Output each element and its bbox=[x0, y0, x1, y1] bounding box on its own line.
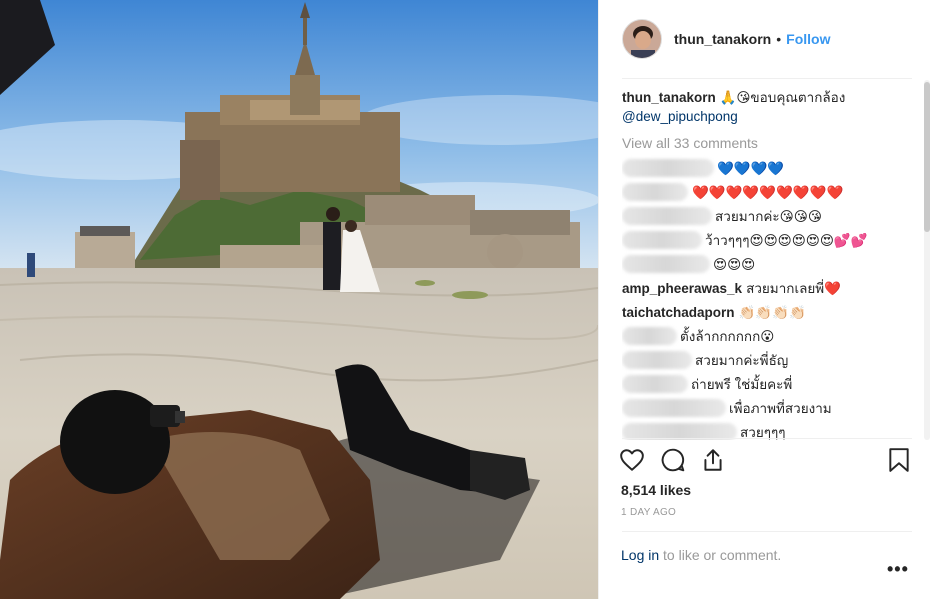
blurred-username bbox=[622, 159, 714, 177]
comment-username[interactable]: amp_pheerawas_k bbox=[622, 279, 742, 298]
comment-text: ว้าวๆๆๆ😍😍😍😍😍😍💕💕 bbox=[705, 232, 868, 248]
comment-row: สวยๆๆๆ bbox=[622, 420, 912, 440]
comment-icon[interactable] bbox=[660, 447, 686, 478]
comment-text: ❤️❤️❤️❤️❤️❤️❤️❤️❤️ bbox=[692, 184, 844, 200]
post-header: thun_tanakorn • Follow bbox=[599, 0, 934, 78]
more-options-icon[interactable]: ••• bbox=[887, 559, 909, 580]
blurred-username bbox=[622, 183, 688, 201]
comment-text: ตั้งล้ากกกกกก😮 bbox=[680, 328, 775, 344]
header-username[interactable]: thun_tanakorn bbox=[674, 31, 771, 47]
share-icon[interactable] bbox=[700, 447, 726, 478]
comment-row: สวยมากค่ะพี่ธัญ bbox=[622, 348, 912, 372]
blurred-username bbox=[622, 231, 702, 249]
divider bbox=[622, 78, 912, 79]
comment-text: สวยมากค่ะ😘😘😘 bbox=[715, 208, 822, 224]
comment-text: ถ่ายพรี ใช่มั้ยคะพี่ bbox=[691, 376, 793, 392]
comment-text: 💙💙💙💙 bbox=[717, 160, 785, 176]
comment-row: taichatchadaporn 👏🏻👏🏻👏🏻👏🏻 bbox=[622, 300, 912, 324]
comment-text: 👏🏻👏🏻👏🏻👏🏻 bbox=[738, 304, 806, 320]
login-link[interactable]: Log in bbox=[621, 547, 659, 563]
comment-row: ตั้งล้ากกกกกก😮 bbox=[622, 324, 912, 348]
comments-list[interactable]: thun_tanakorn 🙏😘ขอบคุณตากล้อง @dew_pipuc… bbox=[622, 88, 912, 440]
login-prompt: Log in to like or comment. bbox=[621, 547, 781, 563]
comment-text: เพื่อภาพที่สวยงาม bbox=[729, 400, 832, 416]
view-all-comments-link[interactable]: View all 33 comments bbox=[622, 134, 912, 153]
comment-row: 😍😍😍 bbox=[622, 252, 912, 276]
comment-row: ❤️❤️❤️❤️❤️❤️❤️❤️❤️ bbox=[622, 180, 912, 204]
action-bar bbox=[619, 447, 919, 475]
divider bbox=[622, 531, 912, 532]
post-timestamp: 1 DAY AGO bbox=[621, 507, 677, 518]
caption: thun_tanakorn 🙏😘ขอบคุณตากล้อง @dew_pipuc… bbox=[622, 88, 912, 126]
comment-row: ถ่ายพรี ใช่มั้ยคะพี่ bbox=[622, 372, 912, 396]
avatar[interactable] bbox=[622, 19, 662, 59]
blurred-username bbox=[622, 375, 688, 393]
likes-count[interactable]: 8,514 likes bbox=[621, 482, 691, 498]
blurred-username bbox=[622, 399, 726, 417]
caption-mention[interactable]: @dew_pipuchpong bbox=[622, 107, 912, 126]
post-side-panel: thun_tanakorn • Follow thun_tanakorn 🙏😘ข… bbox=[598, 0, 934, 599]
comment-row: สวยมากค่ะ😘😘😘 bbox=[622, 204, 912, 228]
avatar-picture bbox=[623, 20, 661, 58]
blurred-username bbox=[622, 255, 710, 273]
bookmark-icon[interactable] bbox=[887, 447, 911, 478]
caption-text: 🙏😘ขอบคุณตากล้อง bbox=[719, 90, 846, 105]
comment-text: สวยมากค่ะพี่ธัญ bbox=[695, 352, 789, 368]
mont-saint-michel-photo bbox=[0, 0, 598, 599]
heart-icon[interactable] bbox=[619, 447, 645, 478]
post-viewer: thun_tanakorn • Follow thun_tanakorn 🙏😘ข… bbox=[0, 0, 934, 599]
blurred-username bbox=[622, 327, 677, 345]
post-photo[interactable] bbox=[0, 0, 598, 599]
blurred-username bbox=[622, 207, 712, 225]
follow-button[interactable]: Follow bbox=[786, 31, 830, 47]
comment-username[interactable]: taichatchadaporn bbox=[622, 303, 735, 322]
scrollbar-thumb[interactable] bbox=[924, 82, 930, 232]
blurred-username bbox=[622, 351, 692, 369]
login-text: to like or comment. bbox=[659, 547, 782, 563]
header-separator: • bbox=[776, 31, 782, 47]
comment-row: amp_pheerawas_k สวยมากเลยพี่❤️ bbox=[622, 276, 912, 300]
comments-scrollbar[interactable] bbox=[924, 80, 930, 440]
comment-row: ว้าวๆๆๆ😍😍😍😍😍😍💕💕 bbox=[622, 228, 912, 252]
comment-text: สวยมากเลยพี่❤️ bbox=[746, 280, 841, 296]
comment-row: เพื่อภาพที่สวยงาม bbox=[622, 396, 912, 420]
comment-text: 😍😍😍 bbox=[713, 256, 756, 272]
comment-row: 💙💙💙💙 bbox=[622, 156, 912, 180]
caption-username[interactable]: thun_tanakorn bbox=[622, 90, 716, 105]
divider bbox=[622, 438, 912, 439]
